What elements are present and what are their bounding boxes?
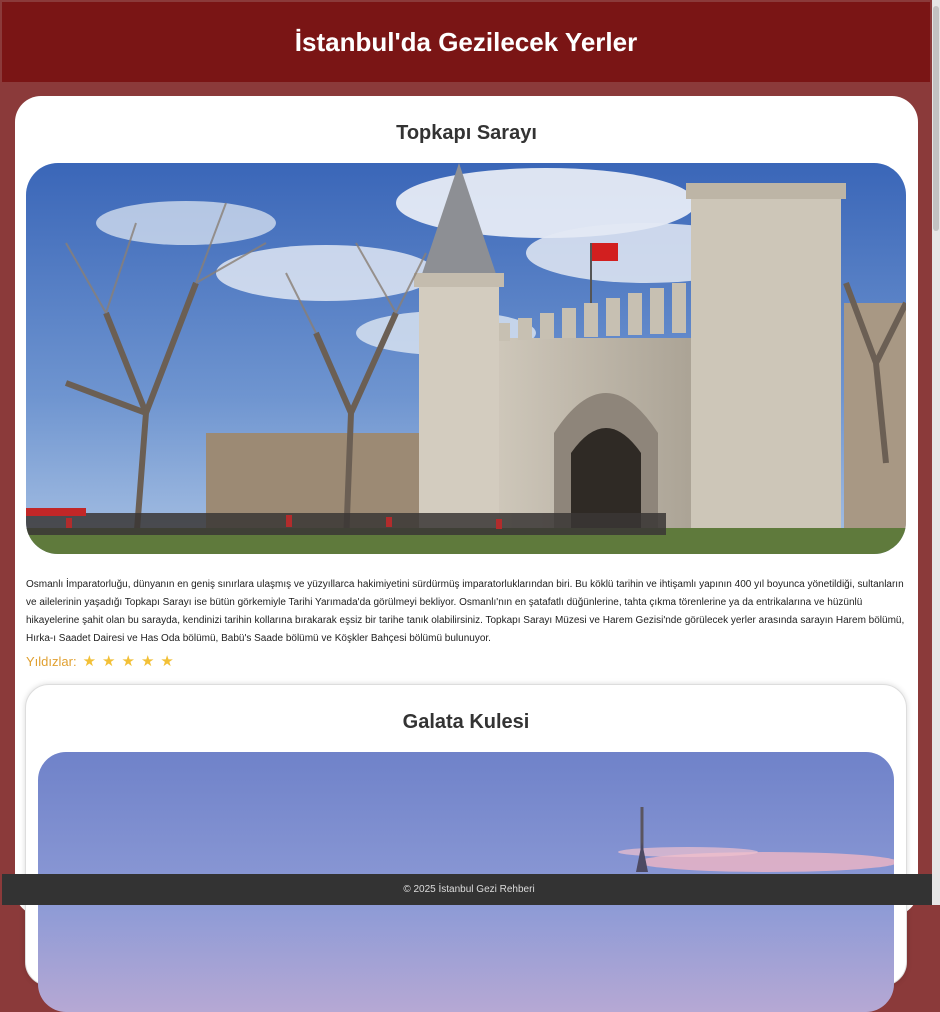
star-icon: ★ [102, 653, 116, 670]
page-scrollbar[interactable] [932, 0, 940, 905]
star-icon: ★ [140, 653, 155, 670]
place-card-topkapi: Topkapı Sarayı Osmanlı İmparatorluğu, dü… [15, 96, 918, 1012]
site-header: İstanbul'da Gezilecek Yerler [2, 2, 930, 82]
page-title: İstanbul'da Gezilecek Yerler [294, 26, 638, 57]
star-icon: ★ [121, 653, 135, 670]
rating-label: Yıldızlar: [26, 653, 77, 669]
place-title: Topkapı Sarayı [396, 122, 537, 144]
site-footer: © 2025 İstanbul Gezi Rehberi [2, 874, 936, 905]
star-icon: ★ [160, 653, 174, 670]
place-card-galata: Galata Kulesi [25, 684, 907, 1012]
star-icon: ★ [82, 653, 97, 670]
place-description: Osmanlı İmparatorluğu, dünyanın en geniş… [26, 579, 905, 644]
scrollbar-thumb[interactable] [933, 6, 939, 231]
topkapi-palace-photo [26, 163, 906, 554]
place-title: Galata Kulesi [402, 711, 530, 733]
star-rating: Yıldızlar: ★ ★ ★ ★ ★ [26, 652, 174, 670]
copyright-text: © 2025 İstanbul Gezi Rehberi [403, 884, 535, 895]
